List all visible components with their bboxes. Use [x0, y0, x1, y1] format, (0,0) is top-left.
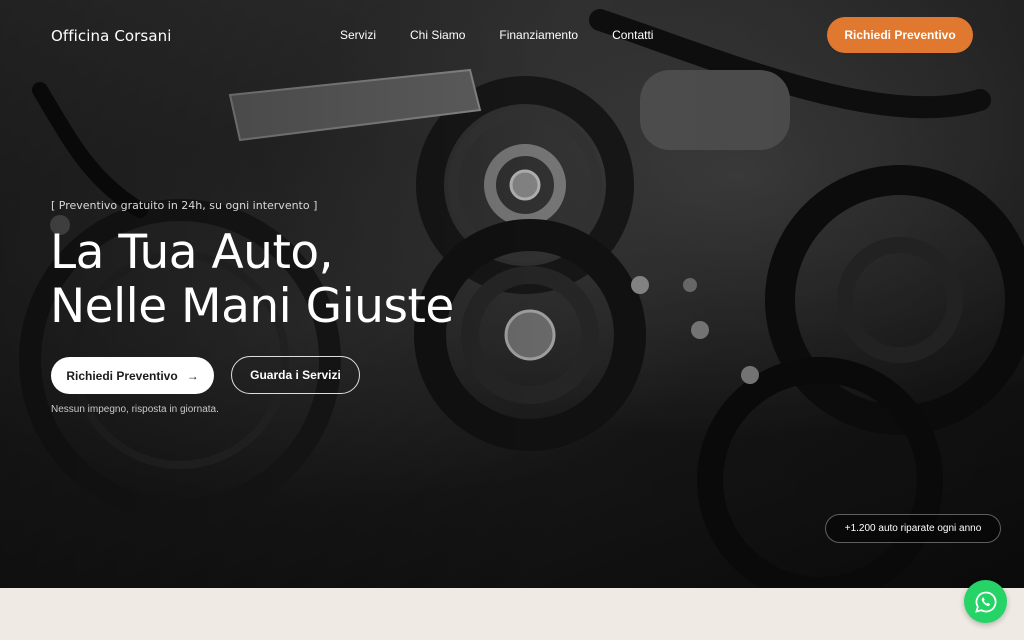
nav-quote-button[interactable]: Richiedi Preventivo — [827, 17, 973, 53]
nav-link-servizi[interactable]: Servizi — [340, 28, 376, 42]
hero-title: La Tua Auto, Nelle Mani Giuste — [50, 226, 454, 334]
nav-link-contatti[interactable]: Contatti — [612, 28, 653, 42]
nav-link-finanziamento[interactable]: Finanziamento — [499, 28, 578, 42]
hero-section: Officina Corsani Servizi Chi Siamo Finan… — [0, 0, 1024, 588]
nav-link-chi-siamo[interactable]: Chi Siamo — [410, 28, 465, 42]
main-nav: Servizi Chi Siamo Finanziamento Contatti — [340, 28, 687, 42]
whatsapp-button[interactable] — [964, 580, 1007, 623]
hero-title-line-2: Nelle Mani Giuste — [50, 279, 454, 334]
arrow-right-icon: → — [186, 368, 199, 383]
hero-quote-button[interactable]: Richiedi Preventivo → — [51, 357, 214, 394]
hero-quote-button-label: Richiedi Preventivo — [66, 368, 178, 383]
hero-eyebrow: [ Preventivo gratuito in 24h, su ogni in… — [51, 199, 318, 212]
hero-note: Nessun impegno, risposta in giornata. — [51, 404, 219, 415]
view-services-button[interactable]: Guarda i Servizi — [231, 356, 360, 394]
whatsapp-icon — [974, 591, 996, 613]
hero-title-line-1: La Tua Auto, — [50, 225, 334, 280]
cars-repaired-badge: +1.200 auto riparate ogni anno — [825, 514, 1001, 543]
site-logo[interactable]: Officina Corsani — [51, 27, 172, 45]
